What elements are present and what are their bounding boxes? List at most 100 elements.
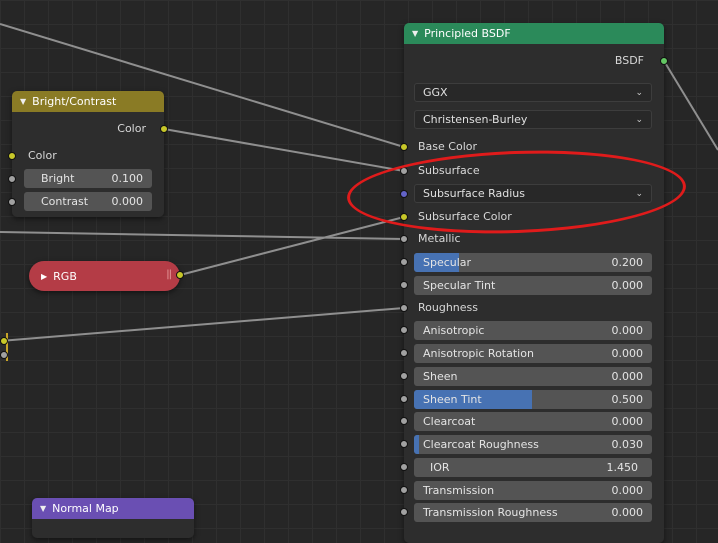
subsurface-color-socket[interactable] — [400, 213, 408, 221]
collapse-triangle-icon[interactable]: ▼ — [412, 29, 418, 38]
metallic-socket[interactable] — [400, 235, 408, 243]
wire-to-metallic — [0, 231, 405, 240]
sheen-label: Sheen — [423, 370, 458, 383]
sheen-tint-socket[interactable] — [400, 395, 408, 403]
roughness-label: Roughness — [418, 301, 479, 314]
input-color-label: Color — [28, 149, 57, 162]
specular-tint-value: 0.000 — [611, 279, 644, 292]
ior-label: IOR — [430, 461, 450, 474]
input-color-socket[interactable] — [8, 152, 16, 160]
specular-value: 0.200 — [611, 256, 644, 269]
wire-rgb-to-subsurface-color — [179, 216, 405, 276]
anisotropic-rotation-field[interactable]: Anisotropic Rotation 0.000 — [414, 344, 652, 363]
bright-field[interactable]: Bright 0.100 — [24, 169, 152, 188]
sheen-value: 0.000 — [611, 370, 644, 383]
sheen-tint-value: 0.500 — [611, 393, 644, 406]
transmission-field[interactable]: Transmission 0.000 — [414, 481, 652, 500]
subsurface-label: Subsurface — [418, 164, 480, 177]
subsurface-method-value: Christensen-Burley — [423, 113, 528, 126]
principled-bsdf-title: Principled BSDF — [424, 27, 511, 40]
transmission-roughness-socket[interactable] — [400, 508, 408, 516]
contrast-value: 0.000 — [111, 195, 144, 208]
transmission-roughness-field[interactable]: Transmission Roughness 0.000 — [414, 503, 652, 522]
distribution-dropdown[interactable]: GGX ⌄ — [414, 83, 652, 102]
chevron-down-icon: ⌄ — [635, 188, 643, 199]
bright-contrast-node[interactable]: ▼ Bright/Contrast Color Color Bright 0.1… — [8, 91, 168, 217]
subsurface-radius-label: Subsurface Radius — [423, 187, 525, 200]
sheen-tint-field[interactable]: Sheen Tint 0.500 — [414, 390, 652, 409]
rgb-output-socket[interactable] — [176, 271, 184, 279]
subsurface-color-label: Subsurface Color — [418, 210, 512, 223]
clearcoat-label: Clearcoat — [423, 415, 476, 428]
contrast-field[interactable]: Contrast 0.000 — [24, 192, 152, 211]
subsurface-method-dropdown[interactable]: Christensen-Burley ⌄ — [414, 110, 652, 129]
sheen-socket[interactable] — [400, 372, 408, 380]
anisotropic-rotation-socket[interactable] — [400, 349, 408, 357]
clearcoat-socket[interactable] — [400, 417, 408, 425]
offscreen-float-socket[interactable] — [0, 351, 8, 359]
output-color-socket[interactable] — [160, 125, 168, 133]
collapse-triangle-icon[interactable]: ▼ — [40, 504, 46, 513]
bright-contrast-title: Bright/Contrast — [32, 95, 117, 108]
specular-tint-label: Specular Tint — [423, 279, 496, 292]
specular-tint-field[interactable]: Specular Tint 0.000 — [414, 276, 652, 295]
principled-bsdf-header[interactable]: ▼ Principled BSDF — [404, 23, 664, 44]
specular-socket[interactable] — [400, 258, 408, 266]
normal-map-header[interactable]: ▼ Normal Map — [32, 498, 194, 519]
bsdf-output-label: BSDF — [614, 54, 644, 67]
principled-bsdf-node[interactable]: ▼ Principled BSDF BSDF GGX ⌄ Christensen… — [400, 23, 668, 543]
subsurface-radius-dropdown[interactable]: Subsurface Radius ⌄ — [414, 184, 652, 203]
clearcoat-value: 0.000 — [611, 415, 644, 428]
base-color-socket[interactable] — [400, 143, 408, 151]
anisotropic-socket[interactable] — [400, 326, 408, 334]
clearcoat-field[interactable]: Clearcoat 0.000 — [414, 412, 652, 431]
subsurface-socket[interactable] — [400, 167, 408, 175]
bright-socket[interactable] — [8, 175, 16, 183]
transmission-roughness-value: 0.000 — [611, 506, 644, 519]
output-color-label: Color — [117, 122, 146, 135]
contrast-socket[interactable] — [8, 198, 16, 206]
roughness-socket[interactable] — [400, 304, 408, 312]
ior-field[interactable]: IOR 1.450 — [414, 458, 652, 477]
chevron-down-icon: ⌄ — [635, 114, 643, 125]
wire-bsdf-output — [663, 60, 718, 151]
transmission-roughness-label: Transmission Roughness — [423, 506, 558, 519]
offscreen-color-socket[interactable] — [0, 337, 8, 345]
clearcoat-roughness-value: 0.030 — [611, 438, 644, 451]
collapse-triangle-icon[interactable]: ▼ — [20, 97, 26, 106]
ior-socket[interactable] — [400, 463, 408, 471]
bright-label: Bright — [41, 172, 75, 185]
clearcoat-roughness-socket[interactable] — [400, 440, 408, 448]
normal-map-node[interactable]: ▼ Normal Map — [32, 498, 194, 538]
anisotropic-value: 0.000 — [611, 324, 644, 337]
clearcoat-roughness-fill — [414, 435, 419, 454]
expand-triangle-icon[interactable]: ▶ — [41, 272, 47, 281]
rgb-title: RGB — [53, 269, 77, 283]
specular-tint-socket[interactable] — [400, 281, 408, 289]
clearcoat-roughness-field[interactable]: Clearcoat Roughness 0.030 — [414, 435, 652, 454]
wire-brightcontrast-to-subsurface — [163, 128, 405, 172]
subsurface-radius-socket[interactable] — [400, 190, 408, 198]
sheen-field[interactable]: Sheen 0.000 — [414, 367, 652, 386]
anisotropic-label: Anisotropic — [423, 324, 485, 337]
base-color-label: Base Color — [418, 140, 478, 153]
bsdf-output-socket[interactable] — [660, 57, 668, 65]
chevron-down-icon: ⌄ — [635, 87, 643, 98]
specular-label: Specular — [423, 256, 472, 269]
bright-value: 0.100 — [111, 172, 144, 185]
anisotropic-rotation-label: Anisotropic Rotation — [423, 347, 534, 360]
metallic-label: Metallic — [418, 232, 461, 245]
sheen-tint-label: Sheen Tint — [423, 393, 482, 406]
transmission-value: 0.000 — [611, 484, 644, 497]
specular-field[interactable]: Specular 0.200 — [414, 253, 652, 272]
anisotropic-field[interactable]: Anisotropic 0.000 — [414, 321, 652, 340]
contrast-label: Contrast — [41, 195, 89, 208]
wire-to-roughness — [0, 307, 405, 342]
clearcoat-roughness-label: Clearcoat Roughness — [423, 438, 539, 451]
rgb-node[interactable]: ▶ RGB || — [29, 261, 184, 291]
normal-map-title: Normal Map — [52, 502, 119, 515]
transmission-socket[interactable] — [400, 486, 408, 494]
bright-contrast-header[interactable]: ▼ Bright/Contrast — [12, 91, 164, 112]
hidden-sockets-icon: || — [166, 269, 172, 280]
distribution-value: GGX — [423, 86, 448, 99]
